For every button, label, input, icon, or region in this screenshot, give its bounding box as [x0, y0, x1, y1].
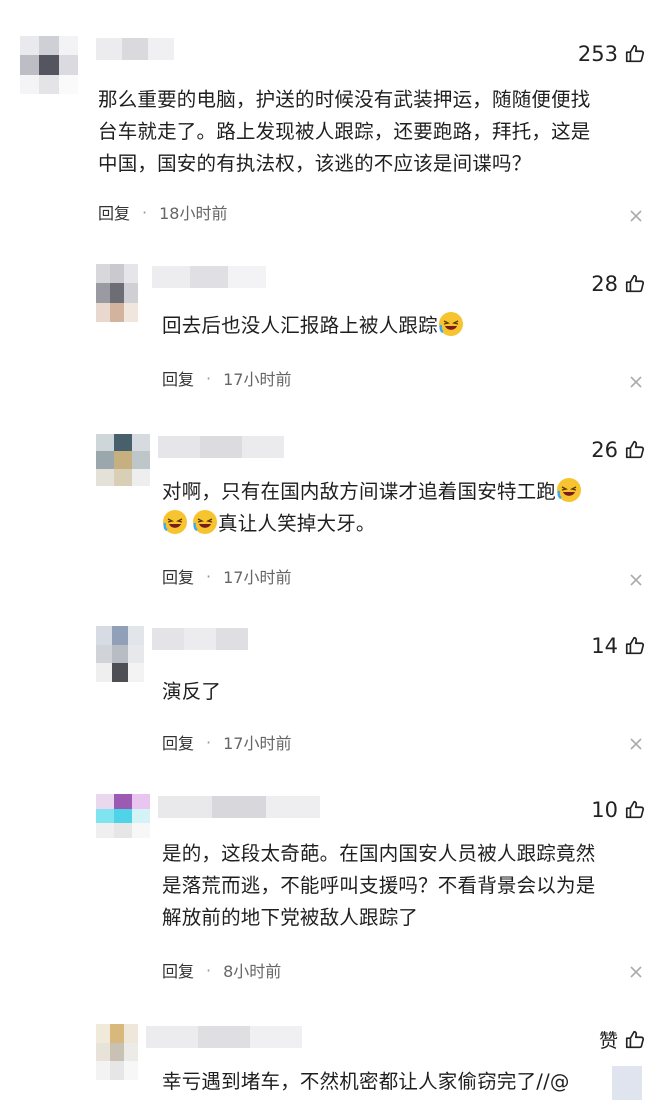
- comment-text-segment: 对啊，只有在国内敌方间谍才追着国安特工跑: [162, 480, 557, 503]
- username-blurred[interactable]: [152, 266, 266, 288]
- reply-button[interactable]: 回复: [98, 200, 130, 224]
- reply-button[interactable]: 回复: [162, 730, 194, 754]
- comment-text-line: 真让人笑掉大牙。: [162, 508, 652, 540]
- reply-button[interactable]: 回复: [162, 564, 194, 588]
- inline-avatar-blurred: [612, 1066, 642, 1100]
- like-button[interactable]: 14: [591, 634, 646, 658]
- comment-text: 那么重要的电脑，护送的时候没有武装押运，随随便便找 台车就走了。路上发现被人跟踪…: [98, 84, 658, 180]
- reply-button[interactable]: 回复: [162, 366, 194, 390]
- separator-dot: ·: [206, 368, 212, 388]
- laughing-crying-emoji: [557, 478, 582, 502]
- thumbs-up-icon: [625, 440, 645, 459]
- like-count: 28: [591, 272, 618, 296]
- thumbs-up-icon: [625, 636, 645, 655]
- like-count: 赞: [598, 1030, 618, 1052]
- thumbs-up-icon: [625, 800, 645, 819]
- reply-button[interactable]: 回复: [162, 958, 194, 982]
- laughing-crying-emoji: [163, 510, 187, 534]
- comment-text-line: 那么重要的电脑，护送的时候没有武装押运，随随便便找: [98, 88, 591, 111]
- comment-text-line: 解放前的地下党被敌人跟踪了: [162, 906, 419, 929]
- comment-text-line: 演反了: [162, 680, 222, 703]
- close-icon[interactable]: [630, 376, 642, 388]
- timestamp: 17小时前: [223, 370, 292, 389]
- like-count: 14: [591, 634, 618, 658]
- avatar[interactable]: [96, 626, 144, 682]
- like-button[interactable]: 26: [591, 438, 646, 462]
- separator-dot: ·: [206, 960, 212, 980]
- avatar[interactable]: [96, 264, 138, 322]
- reply-item: 赞 幸亏遇到堵车，不然机密都让人家偷窃完了//@: [0, 1016, 660, 1103]
- avatar[interactable]: [96, 434, 150, 486]
- comment-text-line: 台车就走了。路上发现被人跟踪，还要跑路，拜托，这是: [98, 120, 591, 143]
- separator-dot: ·: [206, 732, 212, 752]
- comment-text-line: 对啊，只有在国内敌方间谍才追着国安特工跑: [162, 476, 652, 508]
- timestamp: 17小时前: [223, 734, 292, 753]
- reply-item: 14 演反了 回复 · 17小时前: [0, 614, 660, 764]
- avatar[interactable]: [20, 36, 78, 94]
- like-button[interactable]: 253: [578, 42, 646, 66]
- separator-dot: ·: [142, 202, 148, 222]
- comment-text: 是的，这段太奇葩。在国内国安人员被人跟踪竟然 是落荒而逃，不能呼叫支援吗？不看背…: [162, 838, 652, 934]
- like-button[interactable]: 28: [591, 272, 646, 296]
- reply-item: 28 回去后也没人汇报路上被人跟踪 回复 · 17小时前: [0, 250, 660, 400]
- like-count: 10: [591, 798, 618, 822]
- comment-text: 演反了: [162, 676, 632, 708]
- comment-text-line: 中国，国安的有执法权，该逃的不应该是间谍吗？: [98, 152, 532, 175]
- laughing-crying-emoji: [193, 510, 217, 534]
- comment-text: 对啊，只有在国内敌方间谍才追着国安特工跑 真让人笑掉大牙。: [162, 476, 652, 540]
- like-button[interactable]: 赞: [599, 1026, 646, 1053]
- comment-text-line: 是落荒而逃，不能呼叫支援吗？不看背景会以为是: [162, 874, 596, 897]
- close-icon[interactable]: [630, 210, 642, 222]
- username-blurred[interactable]: [96, 38, 174, 60]
- reply-item: 26 对啊，只有在国内敌方间谍才追着国安特工跑 真让人笑掉大牙。 回复 · 17…: [0, 418, 660, 598]
- close-icon[interactable]: [630, 738, 642, 750]
- comment-meta: 回复 · 17小时前: [162, 366, 291, 390]
- avatar[interactable]: [96, 1024, 138, 1080]
- comment-meta: 回复 · 8小时前: [162, 958, 281, 982]
- like-count: 253: [577, 42, 618, 66]
- separator-dot: ·: [206, 566, 212, 586]
- thumbs-up-icon: [625, 44, 645, 63]
- comment-text-line: 是的，这段太奇葩。在国内国安人员被人跟踪竟然: [162, 842, 596, 865]
- like-count: 26: [591, 438, 618, 462]
- timestamp: 8小时前: [223, 962, 282, 981]
- close-icon[interactable]: [630, 966, 642, 978]
- timestamp: 17小时前: [223, 568, 292, 587]
- comment-text-line: 幸亏遇到堵车，不然机密都让人家偷窃完了//@: [162, 1070, 570, 1093]
- close-icon[interactable]: [630, 574, 642, 586]
- comment-text-segment: 真让人笑掉大牙。: [218, 512, 376, 535]
- username-blurred[interactable]: [158, 796, 320, 818]
- thumbs-up-icon: [625, 274, 645, 293]
- thumbs-up-icon: [625, 1030, 645, 1048]
- comment-text: 幸亏遇到堵车，不然机密都让人家偷窃完了//@: [162, 1066, 612, 1098]
- timestamp: 18小时前: [159, 204, 228, 223]
- laughing-crying-emoji: [438, 312, 463, 336]
- avatar[interactable]: [96, 794, 150, 838]
- reply-item: 10 是的，这段太奇葩。在国内国安人员被人跟踪竟然 是落荒而逃，不能呼叫支援吗？…: [0, 782, 660, 1002]
- comment-meta: 回复 · 18小时前: [98, 200, 227, 224]
- comment-text-line: 回去后也没人汇报路上被人跟踪: [162, 314, 438, 337]
- comment-meta: 回复 · 17小时前: [162, 564, 291, 588]
- username-blurred[interactable]: [146, 1026, 302, 1048]
- like-button[interactable]: 10: [591, 798, 646, 822]
- comment-meta: 回复 · 17小时前: [162, 730, 291, 754]
- username-blurred[interactable]: [152, 628, 248, 650]
- username-blurred[interactable]: [158, 436, 284, 458]
- comment-text: 回去后也没人汇报路上被人跟踪: [162, 310, 632, 342]
- comment-item: 253 那么重要的电脑，护送的时候没有武装押运，随随便便找 台车就走了。路上发现…: [0, 0, 660, 240]
